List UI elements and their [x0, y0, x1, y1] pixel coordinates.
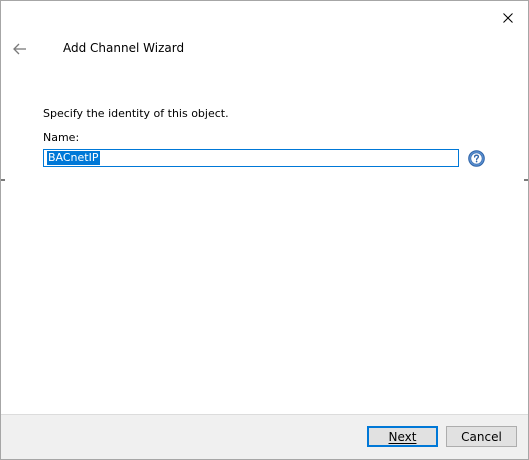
- wizard-dialog: Add Channel Wizard Specify the identity …: [0, 0, 529, 460]
- help-button[interactable]: [468, 150, 485, 167]
- cancel-button[interactable]: Cancel: [446, 426, 517, 447]
- name-label: Name:: [43, 131, 80, 144]
- close-icon: [503, 13, 513, 23]
- close-button[interactable]: [496, 7, 520, 29]
- wizard-title: Add Channel Wizard: [63, 41, 185, 55]
- next-button-label: Next: [388, 429, 417, 444]
- name-input[interactable]: BACnetIP: [43, 149, 459, 167]
- next-button[interactable]: Next: [367, 426, 438, 447]
- back-button[interactable]: [9, 38, 31, 60]
- instruction-text: Specify the identity of this object.: [43, 107, 229, 120]
- wizard-footer: Next Cancel: [1, 414, 528, 459]
- cancel-button-label: Cancel: [461, 429, 502, 444]
- help-icon: [468, 150, 485, 167]
- background-divider-left: [1, 179, 5, 181]
- background-divider-right: [524, 179, 528, 181]
- name-input-value: BACnetIP: [47, 151, 100, 165]
- back-arrow-icon: [13, 43, 26, 55]
